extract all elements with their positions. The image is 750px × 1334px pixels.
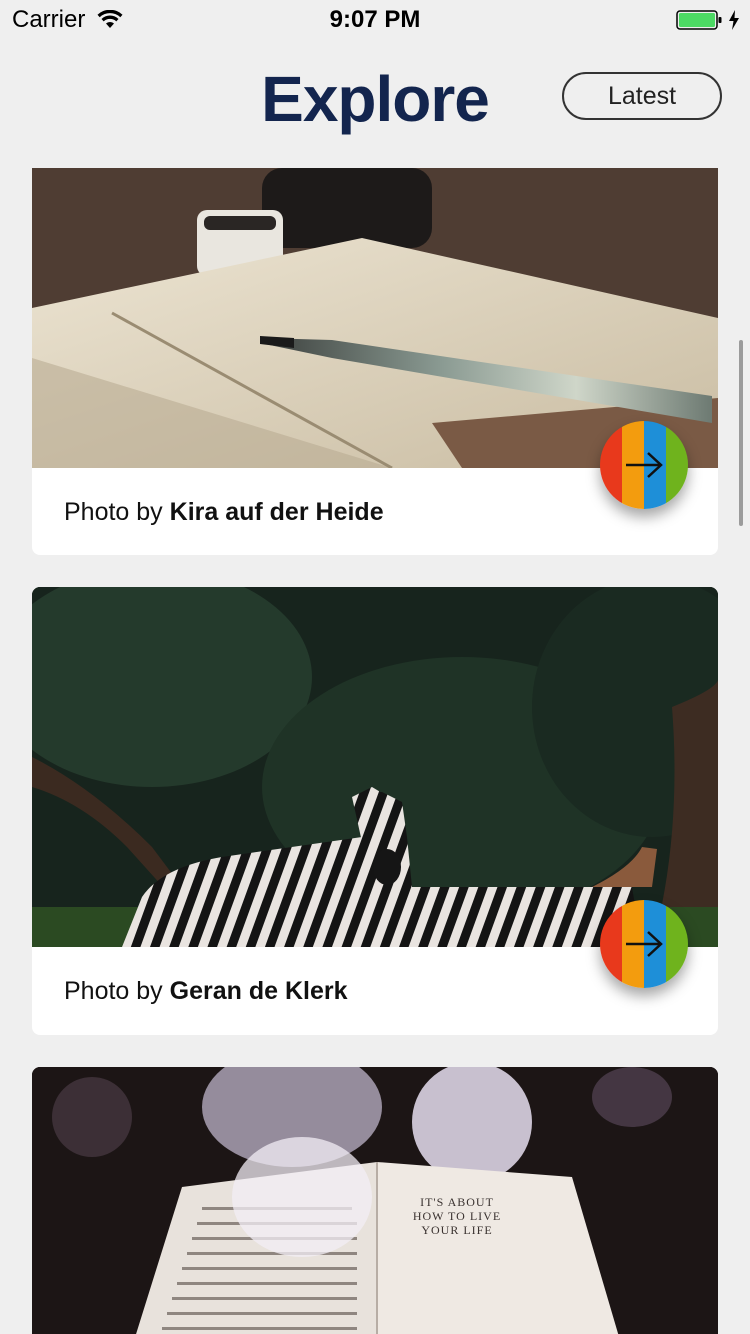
photo-caption: Photo by Kira auf der Heide: [64, 498, 384, 527]
photo-caption: Photo by Geran de Klerk: [64, 977, 348, 1006]
pen-and-notebook-photo[interactable]: [32, 168, 718, 468]
latest-button[interactable]: Latest: [562, 72, 722, 120]
open-photo-button[interactable]: [600, 421, 688, 509]
pen-photo-art: [32, 168, 718, 468]
photo-card[interactable]: IT'S ABOUT HOW TO LIVE YOUR LIFE: [32, 1067, 718, 1334]
zebras-photo[interactable]: [32, 587, 718, 947]
charging-icon: [729, 10, 739, 30]
caption-prefix: Photo by: [64, 977, 170, 1005]
battery-icon: [676, 10, 722, 30]
status-time: 9:07 PM: [329, 6, 421, 33]
caption-prefix: Photo by: [64, 498, 170, 526]
photo-author[interactable]: Geran de Klerk: [170, 977, 348, 1005]
book-photo-art: [32, 1067, 718, 1334]
header: Explore Latest: [0, 60, 750, 140]
battery-group: [676, 10, 740, 30]
arrow-right-icon: [626, 452, 663, 478]
photo-author[interactable]: Kira auf der Heide: [170, 498, 384, 526]
photo-card[interactable]: Photo by Kira auf der Heide: [32, 168, 718, 555]
zebra-photo-art: [32, 587, 718, 947]
open-book-photo[interactable]: IT'S ABOUT HOW TO LIVE YOUR LIFE: [32, 1067, 718, 1334]
open-photo-button[interactable]: [600, 900, 688, 988]
book-page-text: IT'S ABOUT HOW TO LIVE YOUR LIFE: [412, 1195, 502, 1237]
arrow-right-icon: [626, 931, 663, 957]
scroll-indicator[interactable]: [739, 340, 743, 526]
explore-screen: Carrier 9:07 PM Explore Latest Photo by …: [0, 0, 750, 1334]
status-bar: Carrier 9:07 PM: [0, 0, 750, 40]
photo-card[interactable]: Photo by Geran de Klerk: [32, 587, 718, 1035]
